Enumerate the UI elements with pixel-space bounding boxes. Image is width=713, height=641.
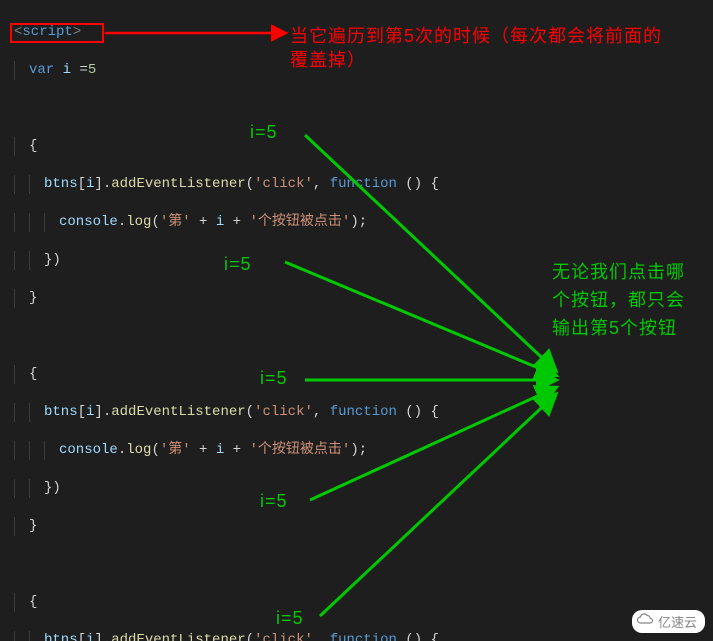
code-editor: <script> var i =5 { btns[i].addEventList… (0, 0, 713, 641)
code-line: console.log('第' + i + '个按钮被点击'); (14, 441, 713, 460)
code-line: } (14, 517, 713, 536)
code-line: { (14, 593, 713, 612)
code-line: { (14, 365, 713, 384)
code-line-var: var i =5 (14, 61, 713, 80)
code-line: btns[i].addEventListener('click', functi… (14, 631, 713, 641)
code-line: }) (14, 479, 713, 498)
watermark: 亿速云 (632, 610, 705, 633)
code-line: } (14, 289, 713, 308)
cloud-icon (636, 612, 654, 628)
code-line: console.log('第' + i + '个按钮被点击'); (14, 213, 713, 232)
code-line: }) (14, 251, 713, 270)
watermark-text: 亿速云 (658, 615, 697, 630)
code-line: btns[i].addEventListener('click', functi… (14, 175, 713, 194)
code-line: { (14, 137, 713, 156)
code-line: btns[i].addEventListener('click', functi… (14, 403, 713, 422)
code-line: <script> (14, 23, 713, 42)
